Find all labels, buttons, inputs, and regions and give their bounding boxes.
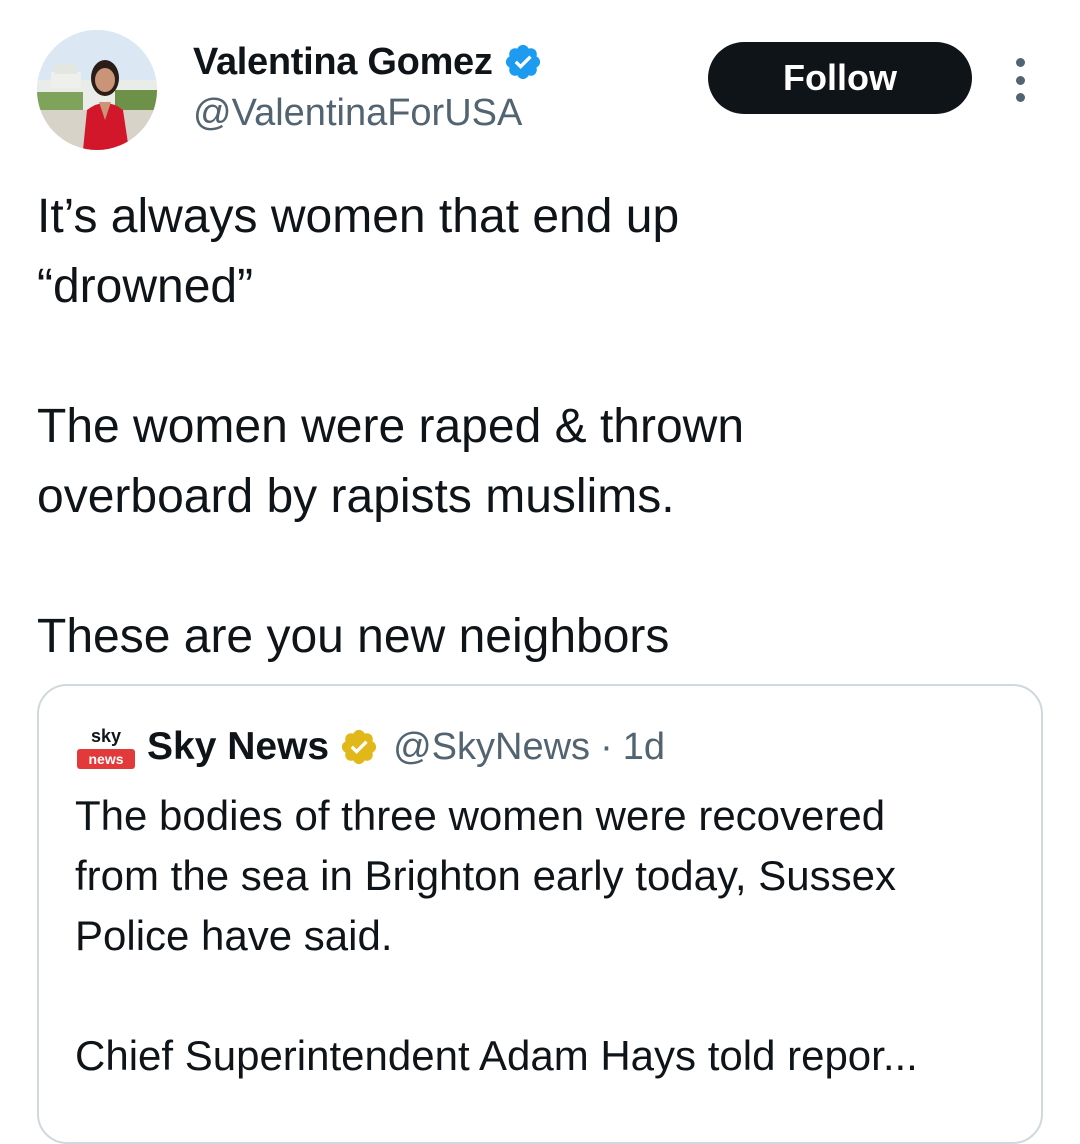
meta-separator: · (600, 725, 613, 768)
sky-news-logo[interactable]: sky news (75, 722, 137, 772)
more-dot (1015, 58, 1025, 67)
author-display-name[interactable]: Valentina Gomez (193, 41, 493, 84)
sky-logo-text-top: sky (91, 726, 121, 746)
profile-photo (37, 30, 157, 150)
gold-verified-badge-icon[interactable] (339, 727, 379, 767)
author-name-row: Valentina Gomez (193, 38, 543, 86)
author-handle[interactable]: @ValentinaForUSA (193, 92, 522, 135)
sky-logo-text-bottom: news (88, 751, 123, 767)
quoted-timestamp[interactable]: 1d (623, 726, 665, 769)
more-dot (1015, 93, 1025, 102)
quoted-tweet-card[interactable]: sky news Sky News @SkyNews · 1d The bodi… (37, 684, 1043, 1144)
more-dot (1015, 75, 1025, 85)
quoted-tweet-header: sky news Sky News @SkyNews · 1d (75, 722, 665, 772)
author-avatar[interactable] (37, 30, 157, 150)
tweet-text: It’s always women that end up “drowned” … (37, 190, 745, 663)
quoted-tweet-text: The bodies of three women were recovered… (75, 792, 918, 1079)
verified-badge-icon[interactable] (503, 42, 543, 82)
more-options-icon[interactable] (1008, 58, 1032, 102)
follow-button[interactable]: Follow (708, 42, 972, 114)
quoted-handle[interactable]: @SkyNews (393, 726, 590, 769)
quoted-display-name[interactable]: Sky News (147, 725, 329, 769)
